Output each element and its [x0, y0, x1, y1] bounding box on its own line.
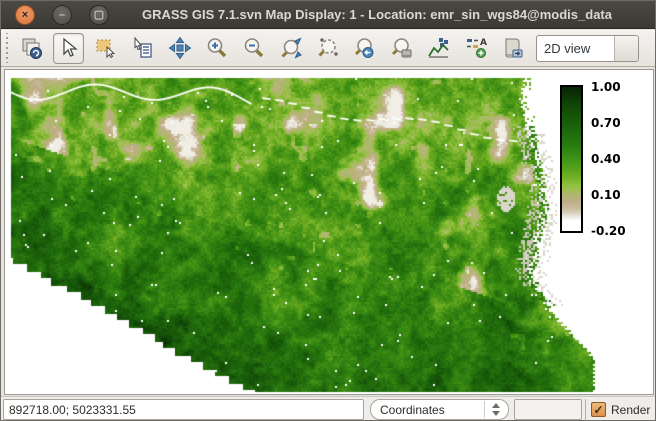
maximize-button[interactable]: ▢	[89, 5, 109, 25]
toolbar-drag-handle[interactable]	[3, 33, 10, 63]
zoom-back-button[interactable]	[349, 33, 380, 64]
window-title: GRASS GIS 7.1.svn Map Display: 1 - Locat…	[109, 7, 655, 22]
analyze-icon	[427, 36, 451, 60]
select-region-icon	[94, 36, 118, 60]
statusbar-progress-slot	[514, 399, 582, 420]
query-button[interactable]	[127, 33, 158, 64]
zoom-extent-button[interactable]	[275, 33, 306, 64]
title-bar[interactable]: × – ▢ GRASS GIS 7.1.svn Map Display: 1 -…	[1, 1, 655, 29]
view-mode-select[interactable]: 2D view	[536, 35, 639, 62]
zoom-in-button[interactable]	[201, 33, 232, 64]
pointer-icon	[57, 36, 81, 60]
statusbar-mode-value: Coordinates	[380, 403, 445, 417]
pointer-button[interactable]	[53, 33, 84, 64]
coordinates-display[interactable]: 892718.00; 5023331.55	[3, 399, 364, 420]
minimize-icon: –	[59, 9, 65, 21]
zoom-out-icon	[242, 36, 266, 60]
zoom-in-icon	[205, 36, 229, 60]
zoom-back-icon	[353, 36, 377, 60]
render-checkbox[interactable]: ✓	[591, 402, 606, 417]
zoom-menu-button[interactable]	[386, 33, 417, 64]
close-icon: ×	[22, 9, 28, 21]
save-display-icon	[501, 36, 525, 60]
zoom-menu-icon	[390, 36, 414, 60]
zoom-region-icon	[316, 36, 340, 60]
select-button[interactable]	[90, 33, 121, 64]
svg-text:A: A	[480, 38, 487, 48]
statusbar-separator	[585, 399, 586, 420]
spinner-down-icon	[492, 411, 500, 416]
minimize-button[interactable]: –	[52, 5, 72, 25]
close-button[interactable]: ×	[15, 5, 35, 25]
save-display-button[interactable]	[497, 33, 528, 64]
statusbar-mode-select[interactable]: Coordinates	[370, 399, 509, 420]
spinner-up-icon	[492, 403, 500, 408]
analyze-button[interactable]	[423, 33, 454, 64]
map-display-window: × – ▢ GRASS GIS 7.1.svn Map Display: 1 -…	[0, 0, 656, 421]
add-overlay-button[interactable]: A	[460, 33, 491, 64]
query-icon	[131, 36, 155, 60]
zoom-extent-icon	[279, 36, 303, 60]
map-canvas[interactable]	[4, 69, 654, 395]
view-mode-dropdown-button[interactable]	[614, 36, 638, 61]
map-toolbar: A 2D view	[1, 30, 655, 67]
rerender-button[interactable]	[16, 33, 47, 64]
zoom-region-button[interactable]	[312, 33, 343, 64]
render-toggle[interactable]: ✓ Render	[591, 399, 655, 420]
zoom-out-button[interactable]	[238, 33, 269, 64]
rerender-icon	[20, 36, 44, 60]
add-overlay-icon: A	[464, 36, 488, 60]
map-panel: 1.00 0.70 0.40 0.10 -0.20	[1, 67, 656, 396]
maximize-icon: ▢	[94, 8, 104, 21]
render-checkbox-label: Render	[611, 403, 650, 417]
pan-button[interactable]	[164, 33, 195, 64]
statusbar-mode-spinner[interactable]	[484, 401, 506, 418]
view-mode-value: 2D view	[537, 41, 614, 56]
status-bar: 892718.00; 5023331.55 Coordinates ✓ Rend…	[1, 396, 655, 421]
pan-icon	[168, 36, 192, 60]
